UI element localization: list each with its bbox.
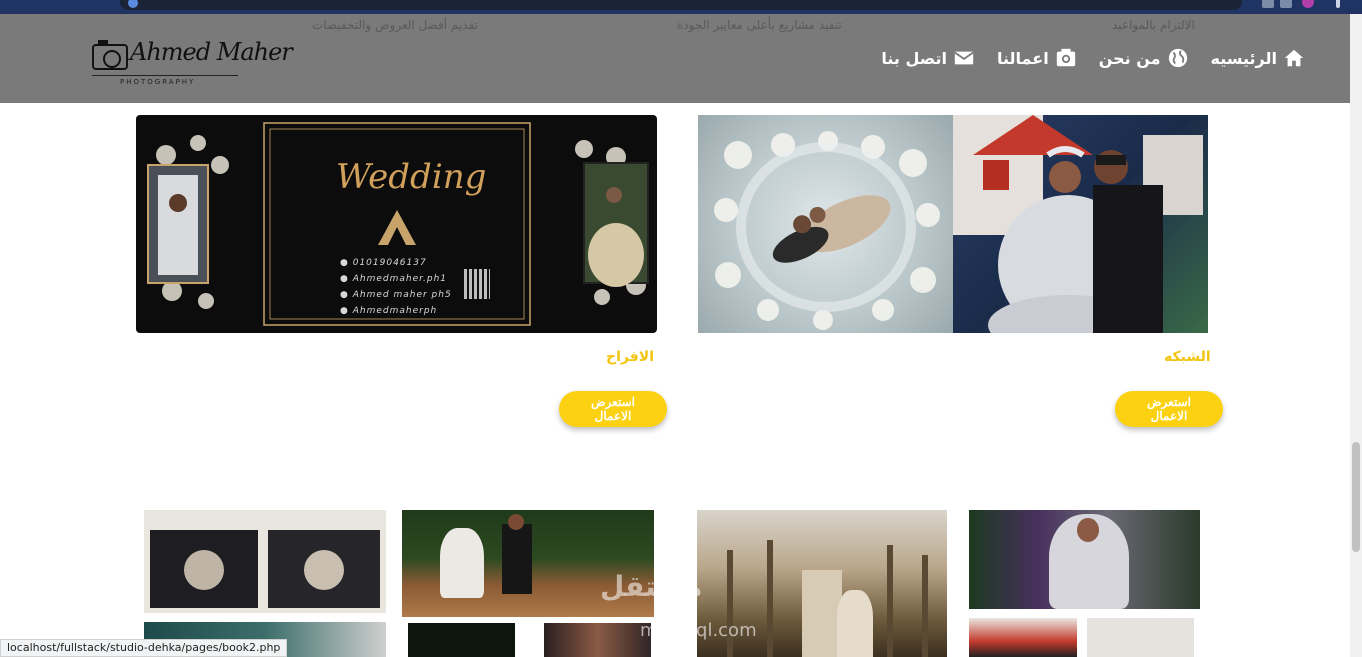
main-nav: الرئيسيه من نحن اعمالنا اتصل بنا xyxy=(881,47,1305,69)
nav-contact-label: اتصل بنا xyxy=(881,48,947,68)
gallery-photo[interactable] xyxy=(144,510,386,613)
engagement-photo-left xyxy=(698,115,953,333)
instagram-icon: ● xyxy=(340,290,353,300)
engagement-photo-right xyxy=(953,115,1208,333)
extension-icon[interactable] xyxy=(1280,0,1292,8)
qr-code xyxy=(464,269,490,299)
view-works-button-weddings[interactable]: استعرض الاعمال xyxy=(559,391,667,427)
gallery-photo[interactable] xyxy=(408,623,515,657)
status-bar-url: localhost/fullstack/studio-dehka/pages/b… xyxy=(0,639,288,657)
gallery-photo[interactable] xyxy=(969,618,1077,657)
home-icon xyxy=(1284,49,1304,67)
view-works-button-engagement[interactable]: استعرض الاعمال xyxy=(1115,391,1223,427)
wedding-banner: Wedding ● 01019046137 ● Ahmedmaher.ph1 ●… xyxy=(136,115,657,333)
card-title-engagement: الشبكه xyxy=(1164,349,1211,365)
camera-icon xyxy=(1056,48,1075,67)
nav-contact[interactable]: اتصل بنا xyxy=(881,47,975,69)
wedding-phone: 01019046137 xyxy=(352,258,427,268)
nav-works-label: اعمالنا xyxy=(996,48,1049,68)
logo-subtitle: PHOTOGRAPHY xyxy=(120,78,196,86)
scrollbar-thumb[interactable] xyxy=(1352,442,1360,552)
extension-icon[interactable] xyxy=(1262,0,1274,8)
nav-works[interactable]: اعمالنا xyxy=(997,47,1077,69)
page-scrollbar[interactable] xyxy=(1350,14,1362,657)
nav-home[interactable]: الرئيسيه xyxy=(1211,47,1306,69)
logo-name: Ahmed Maher xyxy=(130,38,293,66)
facebook-icon: ● xyxy=(340,274,353,284)
wedding-heading: Wedding xyxy=(336,157,487,197)
gallery-photo[interactable] xyxy=(1087,618,1194,657)
card-title-weddings: الافراح xyxy=(606,349,654,365)
site-header: الالتزام بالمواعيد تنفيذ مشاريع بأعلى مع… xyxy=(0,14,1350,103)
address-bar[interactable] xyxy=(120,0,1242,10)
wedding-facebook: Ahmedmaher.ph1 xyxy=(352,274,447,284)
wedding-contacts: ● 01019046137 ● Ahmedmaher.ph1 ● Ahmed m… xyxy=(340,255,452,319)
browser-toolbar xyxy=(0,0,1362,14)
nav-about-label: من نحن xyxy=(1098,48,1161,68)
phone-icon: ● xyxy=(340,258,353,268)
wedding-instagram: Ahmed maher ph5 xyxy=(352,290,452,300)
site-logo[interactable]: Ahmed Maher PHOTOGRAPHY xyxy=(92,38,293,88)
nav-home-label: الرئيسيه xyxy=(1210,48,1278,68)
camera-logo-icon xyxy=(92,40,128,70)
envelope-icon xyxy=(954,51,974,65)
gallery-photo[interactable] xyxy=(544,623,651,657)
feature-text: الالتزام بالمواعيد xyxy=(1112,18,1195,32)
menu-icon[interactable] xyxy=(1336,0,1340,8)
nav-about[interactable]: من نحن xyxy=(1099,47,1189,69)
feature-text: تقديم أفضل العروض والتخفيضات xyxy=(312,18,478,32)
globe-icon xyxy=(1168,48,1187,68)
watermark-latin: mostaql.com xyxy=(640,620,757,641)
wedding-other: Ahmedmaherph xyxy=(352,306,438,316)
profile-avatar[interactable] xyxy=(1302,0,1314,8)
at-icon: ● xyxy=(340,306,353,316)
feature-text: تنفيذ مشاريع بأعلى معايير الجودة xyxy=(677,18,842,32)
gallery-photo[interactable] xyxy=(969,510,1200,609)
watermark-arabic: مستقل xyxy=(600,570,703,603)
